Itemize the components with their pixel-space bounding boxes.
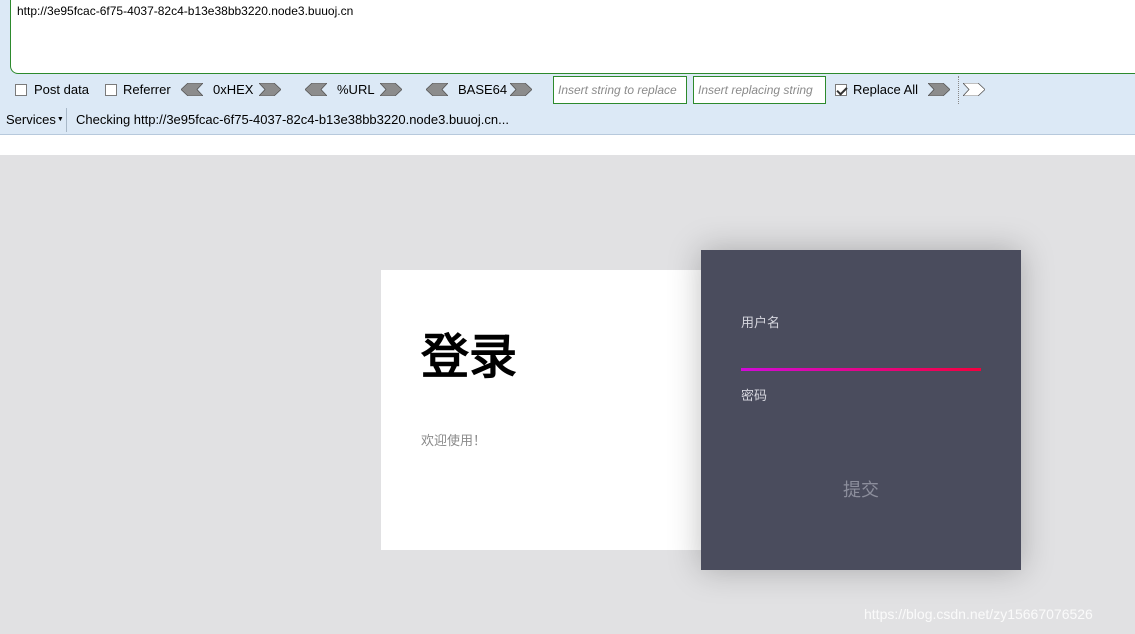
replace-all-checkbox[interactable] (835, 84, 847, 96)
status-text: Checking http://3e95fcac-6f75-4037-82c4-… (76, 112, 509, 127)
url-encode-label: %URL (337, 82, 375, 97)
more-tools-arrow-icon[interactable] (963, 83, 985, 96)
base64-encode-arrow-icon[interactable] (510, 83, 532, 96)
hex-label: 0xHEX (213, 82, 254, 97)
hex-decode-arrow-icon[interactable] (181, 83, 203, 96)
hackbar-status-row: Services▼ Checking http://3e95fcac-6f75-… (0, 106, 1135, 134)
hackbar-options-row: Post data Referrer 0xHEX %URL BASE64 Ins… (0, 76, 1135, 104)
toolbar-divider (958, 76, 959, 104)
submit-button[interactable]: 提交 (801, 476, 921, 506)
replace-with-input[interactable]: Insert replacing string (693, 76, 826, 104)
hex-encode-arrow-icon[interactable] (259, 83, 281, 96)
login-subtitle: 欢迎使用！ (421, 433, 487, 448)
referrer-checkbox[interactable] (105, 84, 117, 96)
username-label: 用户名 (741, 315, 781, 330)
post-data-label: Post data (34, 82, 89, 97)
status-divider (66, 108, 67, 132)
replace-run-arrow-icon[interactable] (928, 83, 950, 96)
services-label: Services (6, 112, 56, 127)
post-data-checkbox[interactable] (15, 84, 27, 96)
login-welcome-card: 登录 欢迎使用！ (381, 270, 711, 550)
watermark: https://blog.csdn.net/zy15667076526 (864, 606, 1093, 622)
url-decode-arrow-icon[interactable] (305, 83, 327, 96)
base64-label: BASE64 (458, 82, 508, 97)
login-title: 登录 (421, 329, 518, 385)
base64-decode-arrow-icon[interactable] (426, 83, 448, 96)
password-label: 密码 (741, 388, 768, 403)
chevron-down-icon: ▼ (56, 116, 64, 123)
hackbar-toolbar: http://3e95fcac-6f75-4037-82c4-b13e38bb3… (0, 0, 1135, 135)
services-menu[interactable]: Services▼ (6, 112, 64, 127)
replace-all-label: Replace All (853, 82, 919, 97)
referrer-label: Referrer (123, 82, 171, 97)
url-encode-arrow-icon[interactable] (380, 83, 402, 96)
login-form-panel: 用户名 密码 提交 (701, 250, 1021, 570)
replace-find-input[interactable]: Insert string to replace (553, 76, 687, 104)
username-input[interactable] (741, 368, 981, 371)
url-input[interactable]: http://3e95fcac-6f75-4037-82c4-b13e38bb3… (10, 0, 1135, 74)
